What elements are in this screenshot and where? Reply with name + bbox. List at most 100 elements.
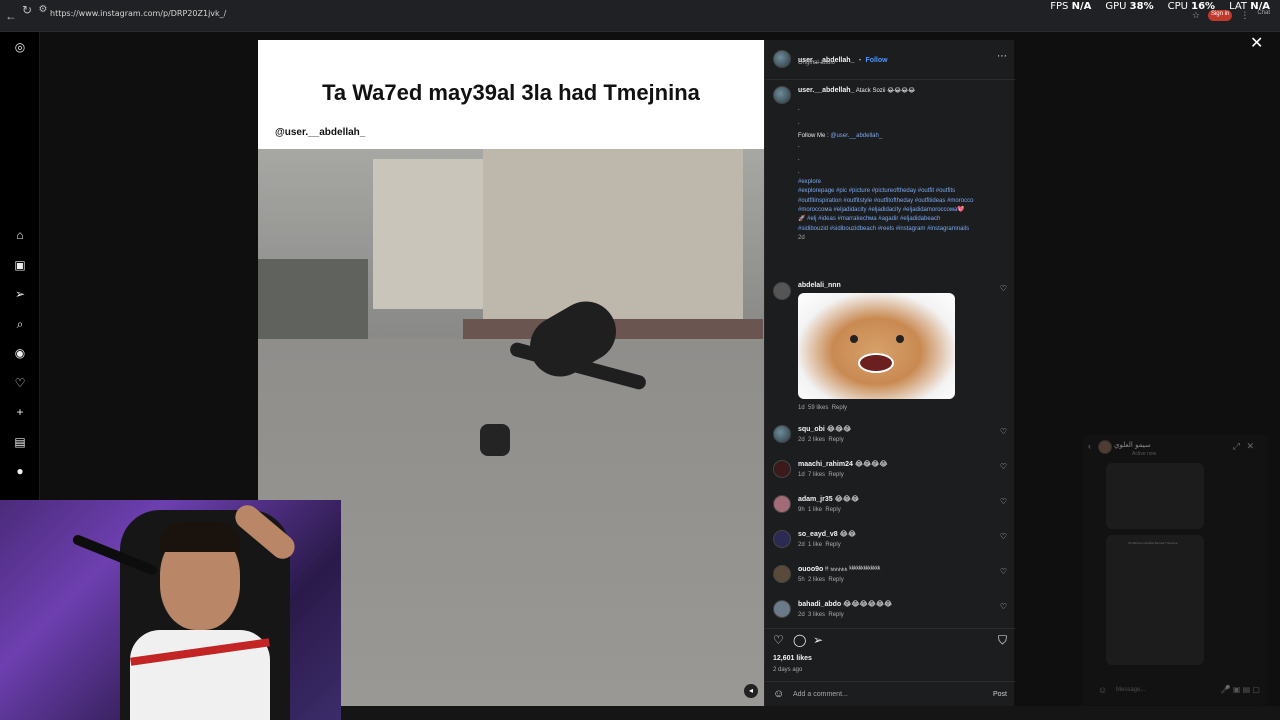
comment-text: ᵎᵎᵎ ₕₕₕₕₕₕ ᵏᵏᵏᵏᵏᵏᵏᵏᵏᵏᵏᵏᵏ [825,566,881,573]
hashtags-line[interactable]: #explore [798,178,1008,187]
chat-avatar[interactable] [1098,440,1112,454]
reply-button[interactable]: Reply [828,612,843,618]
send-icon[interactable]: ➢ [13,287,27,301]
comment-item: ouoo9o ᵎᵎᵎ ₕₕₕₕₕₕ ᵏᵏᵏᵏᵏᵏᵏᵏᵏᵏᵏᵏᵏ 5h 2 lik… [765,565,1015,597]
comment-avatar[interactable] [773,425,791,443]
back-icon[interactable]: ← [4,9,18,23]
comment-like-icon[interactable]: ♡ [1000,284,1007,293]
comment-likes[interactable]: 2 likes [808,577,825,583]
comment-item: squ_obi 😂😂😂 2d 2 likes Reply ♡ [765,425,1015,457]
comment-like-icon[interactable]: ♡ [1000,532,1007,541]
chat-status: Active now [1132,451,1157,457]
instagram-icon[interactable]: ◎ [13,40,27,54]
browser-extension-icons: ☆ Sign in ⋮ Chat [1192,10,1270,21]
caption-dot: . [798,142,800,149]
reels-icon[interactable]: ▣ [13,258,27,272]
comment-username[interactable]: adam_jr35 [798,496,833,503]
signin-button[interactable]: Sign in [1207,10,1233,21]
plus-icon[interactable]: + [13,405,27,419]
more-options-icon[interactable]: ⋯ [997,51,1007,62]
likes-count[interactable]: 12,601 likes [773,655,812,662]
chat-contact-name[interactable]: سيمو العلوي [1114,441,1151,449]
emoji-icon[interactable]: ☺ [773,688,784,700]
chat-message-input[interactable]: Message... [1116,687,1145,693]
comment-like-icon[interactable]: ♡ [1000,497,1007,506]
reply-button[interactable]: Reply [828,472,843,478]
hashtags-line[interactable]: 🚀 #elj #ideas #marrakechмa #agadir #elja… [798,215,1008,224]
reply-button[interactable]: Reply [828,577,843,583]
address-bar[interactable]: https://www.instagram.com/p/DRP20Z1jvk_/ [50,9,226,18]
dm-chat-popup: ‹ سيمو العلوي Active now ⤢ ✕ Ta Wa7ed ma… [1082,435,1268,705]
add-comment-input[interactable]: Add a comment... [793,691,848,698]
expand-icon[interactable]: ⤢ [1233,441,1240,452]
chat-message-bar: ☺ Message... 🎤 ▣ ▤ ▢ [1082,679,1268,703]
comment-username[interactable]: bahadi_abdo [798,601,841,608]
comment-meta: 1d 59 likes Reply [798,405,848,411]
comment-like-icon[interactable]: ♡ [1000,462,1007,471]
explore-icon[interactable]: ◉ [13,346,27,360]
comment-avatar[interactable] [773,565,791,583]
home-icon[interactable]: ⌂ [13,228,27,242]
comment-username[interactable]: so_eayd_v8 [798,531,838,538]
comment-avatar[interactable] [773,530,791,548]
comment-avatar[interactable] [773,460,791,478]
heart-icon[interactable]: ♡ [13,376,27,390]
comment-like-icon[interactable]: ♡ [1000,567,1007,576]
comment-item: maachi_rahim24 😂😂😂😂 1d 7 likes Reply ♡ [765,460,1015,492]
comment-username[interactable]: ouoo9o [798,566,823,573]
comment-likes[interactable]: 59 likes [808,405,828,411]
comment-avatar[interactable] [773,282,791,300]
site-info-icon[interactable]: ⚙ [36,3,50,17]
mute-icon[interactable]: ◂ [744,684,758,698]
post-details-panel: user.__abdellah_ • Follow Original audio… [764,40,1015,706]
hashtags-line[interactable]: #moroccoмa #eljadidacity #eljadidacity #… [798,206,1008,215]
audio-label[interactable]: Original audio [798,60,835,66]
follow-handle-link[interactable]: @user.__abdellah_ [830,133,882,139]
like-icon[interactable]: ♡ [773,633,784,647]
post-header: user.__abdellah_ • Follow Original audio… [765,40,1015,80]
comment-sticker-image[interactable] [798,293,955,399]
reply-button[interactable]: Reply [825,542,840,548]
search-icon[interactable]: ⌕ [13,317,27,331]
hashtags-line[interactable]: #explorepage #pic #picture #pictureofthe… [798,187,1008,196]
post-comment-button[interactable]: Post [993,691,1007,698]
reply-button[interactable]: Reply [828,437,843,443]
comment-likes[interactable]: 7 likes [808,472,825,478]
follow-button[interactable]: Follow [865,57,887,64]
chat-close-icon[interactable]: ✕ [1246,441,1254,452]
author-avatar[interactable] [773,50,791,68]
comment-text: 😂😂😂😂 [854,461,888,468]
hashtags-line[interactable]: #sidibouzid #sidibouzidbeach #reels #ins… [798,225,1008,234]
profile-icon[interactable]: ● [13,464,27,478]
comment-like-icon[interactable]: ♡ [1000,602,1007,611]
close-icon[interactable]: ✕ [1250,33,1263,53]
emoji-icon[interactable]: ☺ [1098,685,1107,695]
chat-extension-button[interactable]: Chat [1257,10,1270,21]
bookmark-icon[interactable]: ⛉ [998,633,1007,648]
reply-button[interactable]: Reply [825,507,840,513]
comment-like-icon[interactable]: ♡ [1000,427,1007,436]
comment-icon[interactable]: ◯ [793,633,806,647]
chat-attach-icons[interactable]: 🎤 ▣ ▤ ▢ [1221,685,1260,694]
share-icon[interactable]: ➢ [813,633,823,647]
comment-avatar[interactable] [773,600,791,618]
reply-button[interactable]: Reply [832,405,847,411]
comment-username[interactable]: squ_obi [798,426,825,433]
comment-likes[interactable]: 3 likes [808,612,825,618]
comment-likes[interactable]: 1 like [808,507,822,513]
comment-likes[interactable]: 2 likes [808,437,825,443]
caption-author[interactable]: user.__abdellah_ [798,87,854,94]
comment-username[interactable]: maachi_rahim24 [798,461,853,468]
comment-username[interactable]: abdelali_nnn [798,282,841,289]
comment-likes[interactable]: 1 like [808,542,822,548]
reload-icon[interactable]: ↻ [20,3,34,17]
browser-toolbar: ← ↻ ⚙ https://www.instagram.com/p/DRP20Z… [0,0,1280,32]
bookmark-star-icon[interactable]: ☆ [1192,10,1200,21]
comment-avatar[interactable] [773,495,791,513]
hashtags-line[interactable]: #outfitinspiration #outfitstyle #outfito… [798,197,1008,206]
caption-avatar[interactable] [773,86,791,104]
post-modal: Ta Wa7ed may39al 3la had Tmejnina @user.… [258,40,1015,706]
menu-dots-icon[interactable]: ⋮ [1240,10,1249,21]
dashboard-icon[interactable]: ▤ [13,435,27,449]
chevron-left-icon[interactable]: ‹ [1088,441,1091,451]
